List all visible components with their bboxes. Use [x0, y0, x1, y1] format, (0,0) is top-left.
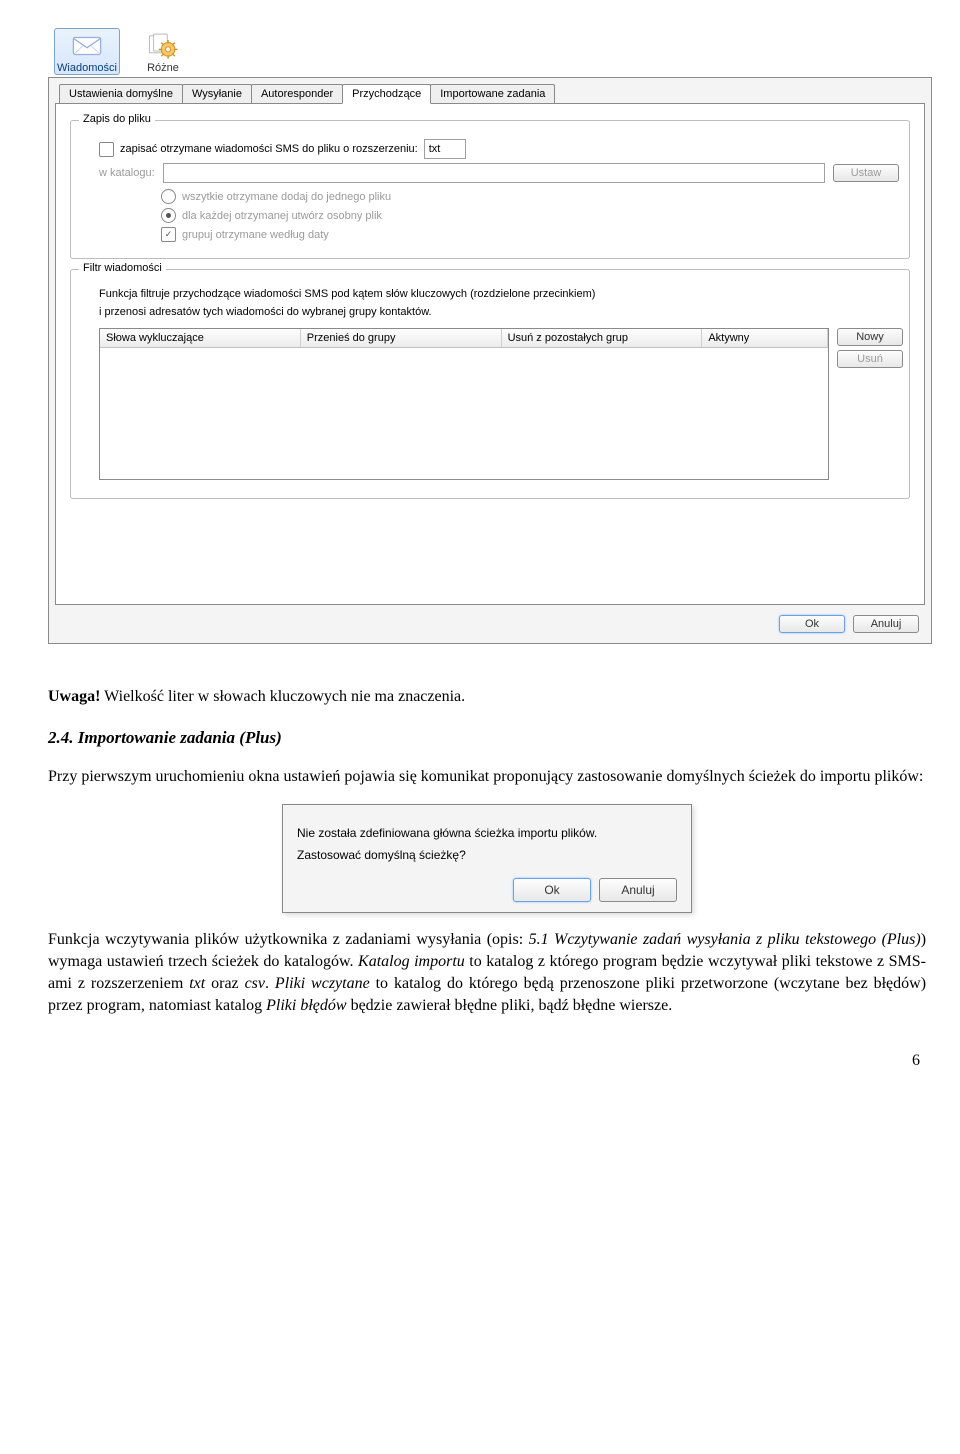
radio-each-file-label: dla każdej otrzymanej utwórz osobny plik	[182, 210, 382, 222]
dialog-text-2: Zastosować domyślną ścieżkę?	[297, 847, 677, 864]
group-by-date-checkbox[interactable]	[161, 227, 176, 242]
filter-table[interactable]: Słowa wykluczające Przenieś do grupy Usu…	[99, 328, 829, 480]
save-to-file-label: zapisać otrzymane wiadomości SMS do plik…	[120, 143, 418, 155]
filter-new-button[interactable]: Nowy	[837, 328, 903, 346]
intro-paragraph: Przy pierwszym uruchomieniu okna ustawie…	[48, 766, 926, 788]
group-filter-title: Filtr wiadomości	[79, 262, 166, 274]
settings-window: Ustawienia domyślne Wysyłanie Autorespon…	[48, 77, 932, 644]
radio-single-file[interactable]	[161, 189, 176, 204]
group-by-date-label: grupuj otrzymane według daty	[182, 229, 329, 241]
radio-single-file-label: wszytkie otrzymane dodaj do jednego plik…	[182, 191, 391, 203]
dialog-ok-button[interactable]: Ok	[513, 878, 591, 903]
cancel-button[interactable]: Anuluj	[853, 615, 919, 633]
icon-toolbar: Wiadomości Różne	[48, 28, 932, 75]
col-exclude-words[interactable]: Słowa wykluczające	[100, 329, 301, 347]
dir-input[interactable]	[163, 163, 825, 183]
tab-defaults[interactable]: Ustawienia domyślne	[59, 84, 183, 104]
tabstrip: Ustawienia domyślne Wysyłanie Autorespon…	[59, 84, 925, 104]
filter-table-header: Słowa wykluczające Przenieś do grupy Usu…	[100, 329, 828, 348]
tab-imported[interactable]: Importowane zadania	[430, 84, 555, 104]
document-body: Uwaga! Wielkość liter w słowach kluczowy…	[0, 644, 960, 1018]
set-dir-button[interactable]: Ustaw	[833, 164, 899, 182]
col-active[interactable]: Aktywny	[702, 329, 828, 347]
nav-messages-label: Wiadomości	[57, 62, 117, 74]
nav-messages[interactable]: Wiadomości	[54, 28, 120, 75]
col-remove-from-groups[interactable]: Usuń z pozostałych grup	[502, 329, 703, 347]
note-paragraph: Uwaga! Wielkość liter w słowach kluczowy…	[48, 686, 926, 708]
envelope-icon	[70, 31, 104, 61]
filter-desc-1: Funkcja filtruje przychodzące wiadomości…	[99, 288, 899, 300]
section-heading: 2.4. Importowanie zadania (Plus)	[48, 726, 926, 749]
tab-sending[interactable]: Wysyłanie	[182, 84, 252, 104]
group-save-to-file: Zapis do pliku zapisać otrzymane wiadomo…	[70, 120, 910, 259]
tab-autoresponder[interactable]: Autoresponder	[251, 84, 343, 104]
save-to-file-checkbox[interactable]	[99, 142, 114, 157]
tab-incoming[interactable]: Przychodzące	[342, 84, 431, 104]
page-number: 6	[0, 1034, 960, 1094]
note-text: Wielkość liter w słowach kluczowych nie …	[104, 688, 465, 705]
ok-button[interactable]: Ok	[779, 615, 845, 633]
confirm-dialog: Nie została zdefiniowana główna ścieżka …	[282, 804, 692, 914]
explain-paragraph: Funkcja wczytywania plików użytkownika z…	[48, 929, 926, 1017]
group-filter: Filtr wiadomości Funkcja filtruje przych…	[70, 269, 910, 499]
dir-label: w katalogu:	[99, 167, 155, 179]
tab-panel: Zapis do pliku zapisać otrzymane wiadomo…	[55, 103, 925, 605]
radio-each-file[interactable]	[161, 208, 176, 223]
col-move-to-group[interactable]: Przenieś do grupy	[301, 329, 502, 347]
group-save-title: Zapis do pliku	[79, 113, 155, 125]
note-label: Uwaga!	[48, 688, 100, 705]
misc-icon	[146, 31, 180, 61]
filter-desc-2: i przenosi adresatów tych wiadomości do …	[99, 306, 899, 318]
ext-input[interactable]	[424, 139, 466, 159]
dialog-cancel-button[interactable]: Anuluj	[599, 878, 677, 903]
filter-delete-button[interactable]: Usuń	[837, 350, 903, 368]
nav-misc-label: Różne	[147, 62, 179, 74]
dialog-text-1: Nie została zdefiniowana główna ścieżka …	[297, 825, 677, 842]
nav-misc[interactable]: Różne	[130, 28, 196, 75]
